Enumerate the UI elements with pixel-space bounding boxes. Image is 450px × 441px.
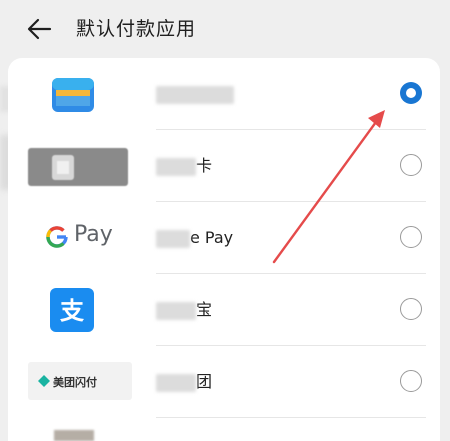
page-title: 默认付款应用 (76, 18, 197, 40)
app-name: 卡 (156, 156, 212, 176)
partial-app-icon (54, 430, 94, 441)
app-header: 默认付款应用 (0, 0, 450, 58)
radio-unselected[interactable] (400, 370, 422, 392)
card-icon (28, 148, 128, 186)
sim-card-icon (52, 155, 74, 180)
app-name: 团 (156, 372, 212, 392)
app-name (156, 84, 234, 104)
list-item[interactable] (8, 58, 440, 130)
list-item[interactable]: Pay e Pay (8, 202, 440, 274)
svg-text:支: 支 (60, 297, 85, 325)
wallet-icon (52, 78, 94, 112)
radio-unselected[interactable] (400, 154, 422, 176)
radio-selected[interactable] (400, 82, 422, 104)
meituan-diamond-icon (38, 375, 50, 387)
payment-app-list: 卡 Pay e Pay 支 宝 美团闪付 团 (8, 58, 440, 441)
meituan-logo-text: 美团闪付 (53, 376, 97, 389)
app-name: 宝 (156, 300, 212, 320)
list-item[interactable]: 支 宝 (8, 274, 440, 346)
app-name: e Pay (156, 228, 233, 248)
radio-unselected[interactable] (400, 298, 422, 320)
list-item[interactable]: 美团闪付 团 (8, 346, 440, 418)
list-item[interactable]: 卡 (8, 130, 440, 202)
google-g-icon (46, 226, 68, 248)
radio-unselected[interactable] (400, 226, 422, 248)
alipay-icon: 支 (50, 288, 94, 332)
gpay-logo-text: Pay (74, 222, 113, 247)
back-arrow-icon[interactable] (26, 16, 52, 42)
